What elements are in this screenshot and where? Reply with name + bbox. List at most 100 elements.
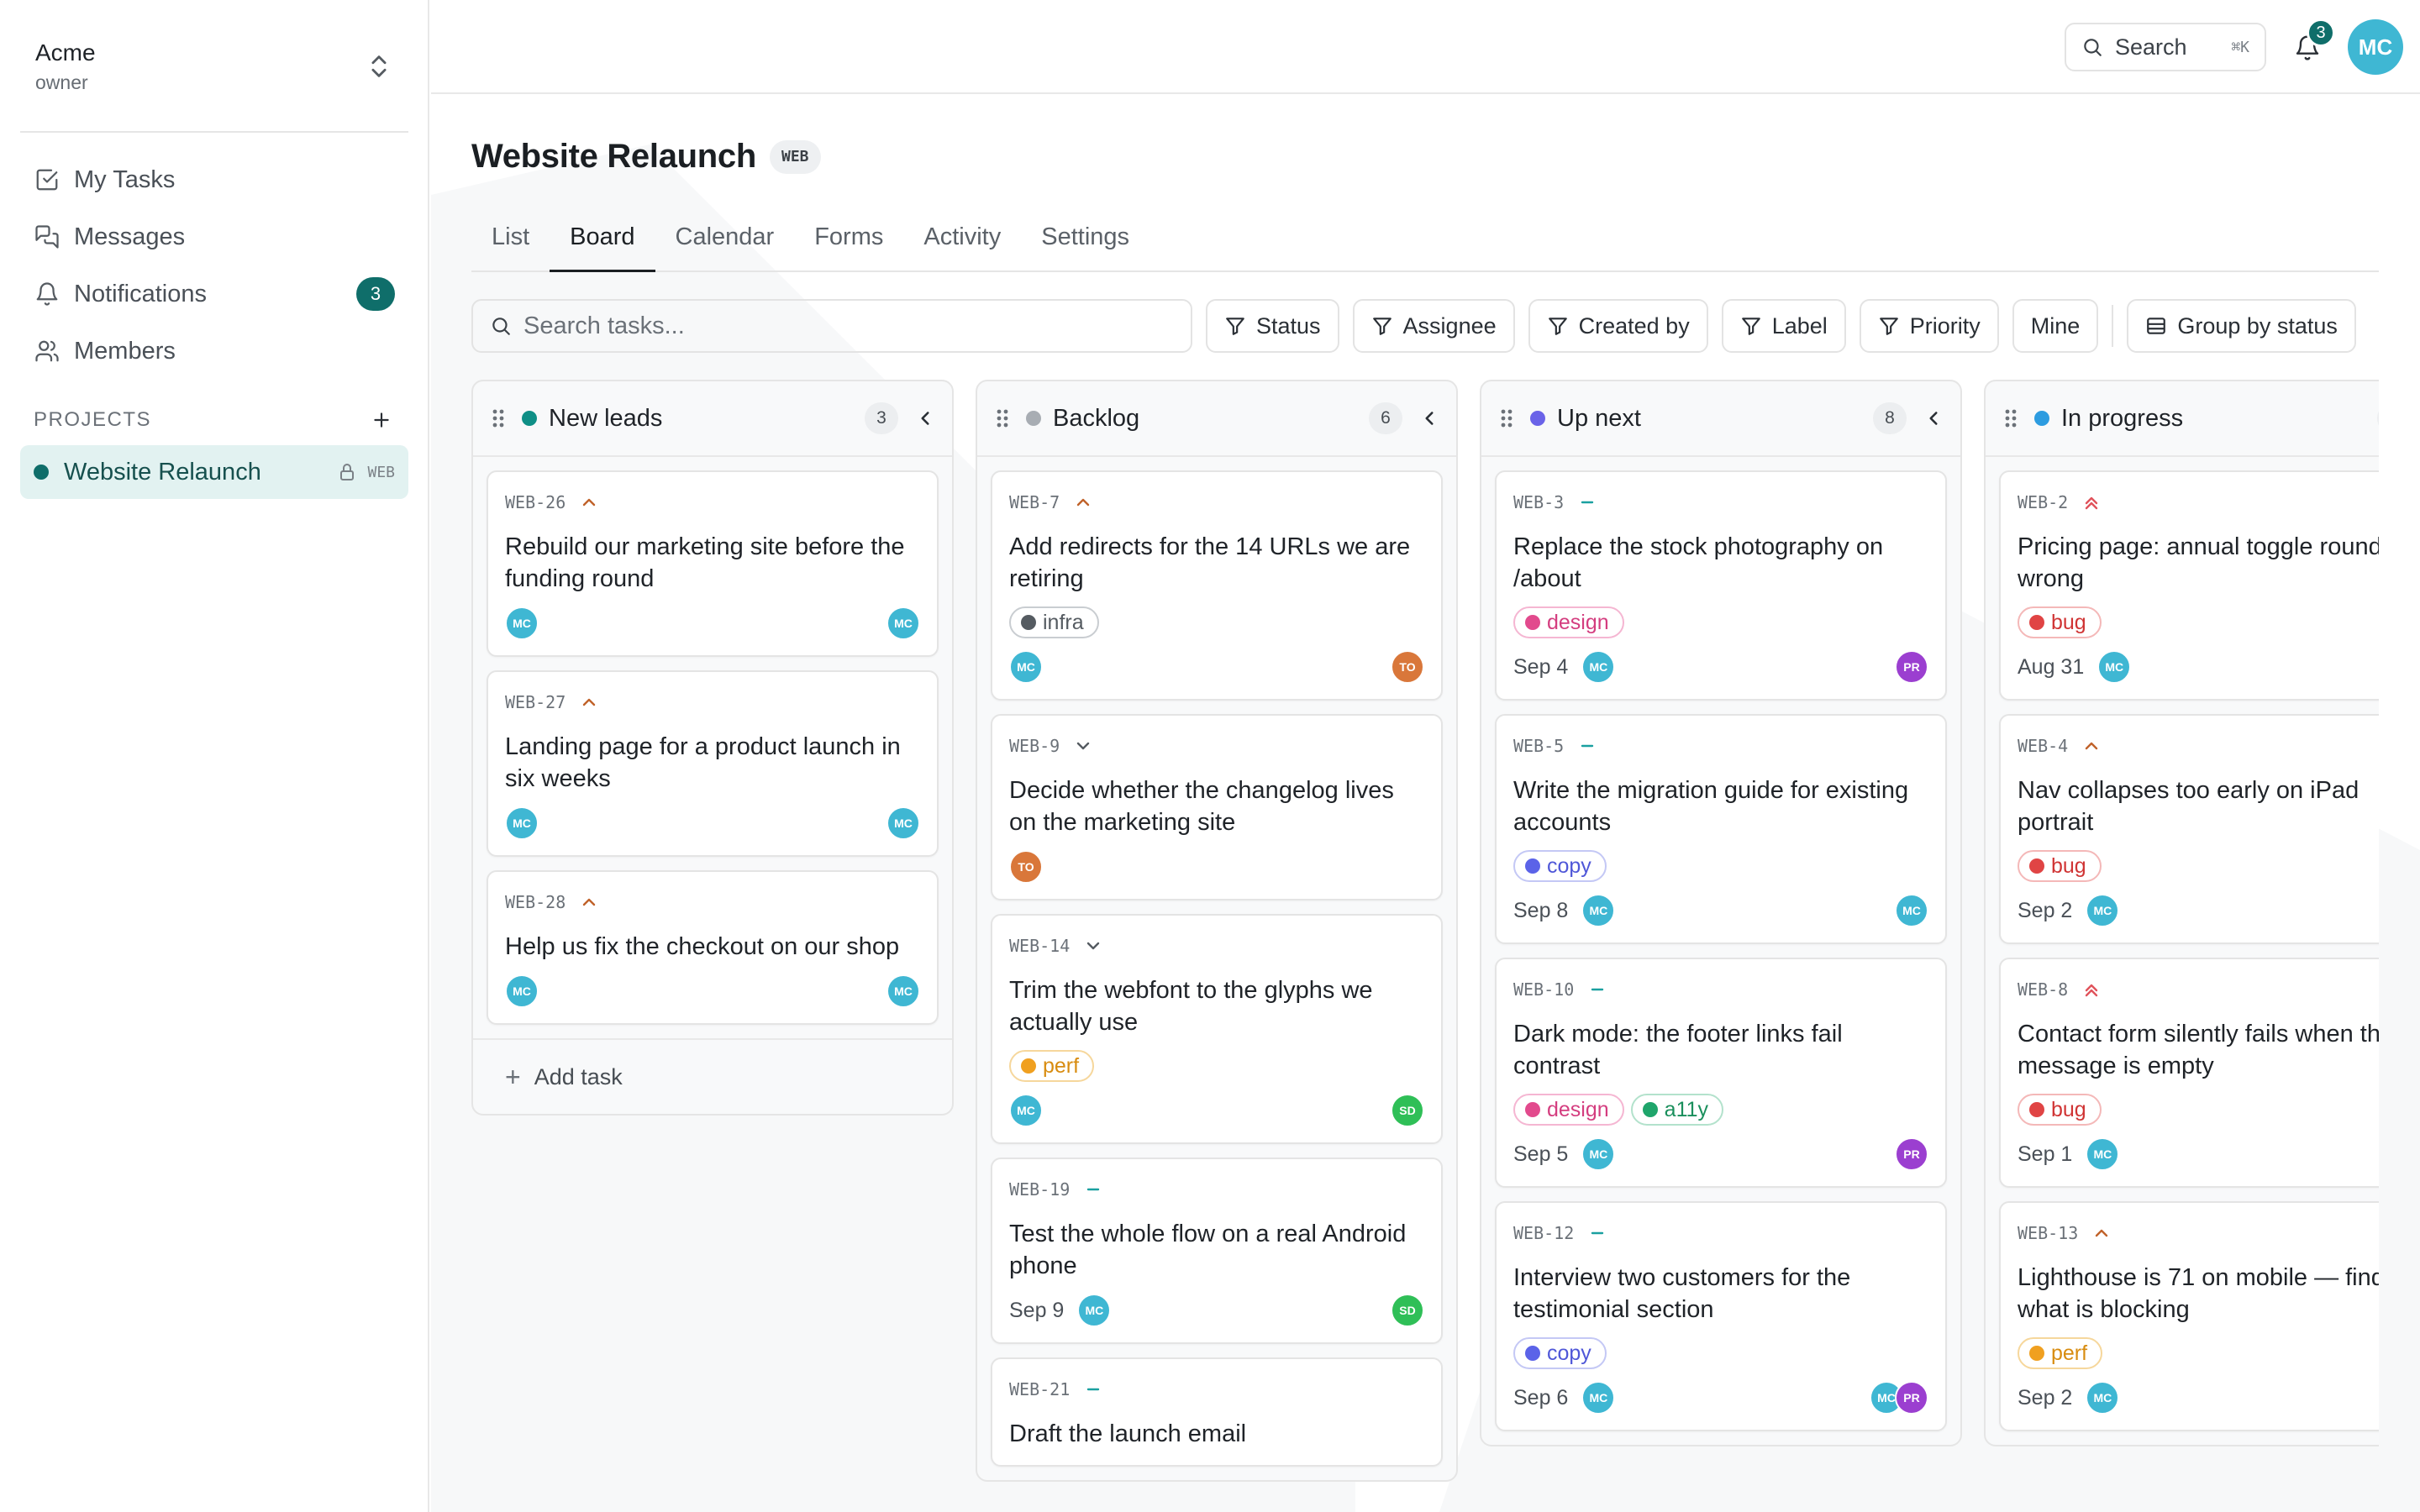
priority-urgent-icon [2081,492,2102,512]
avatar[interactable]: MC [2097,650,2132,684]
task-card[interactable]: WEB-8 Contact form silently fails when th… [1999,958,2379,1188]
tab-calendar[interactable]: Calendar [655,218,795,272]
avatar[interactable]: MC [505,974,539,1008]
filter-label: Status [1256,312,1321,339]
avatar[interactable]: SD [1391,1294,1424,1327]
avatar[interactable]: MC [2086,1381,2120,1415]
global-search-button[interactable]: Search ⌘K [2065,23,2266,71]
task-card[interactable]: WEB-27 Landing page for a product launch … [487,670,939,857]
task-id: WEB-28 [505,892,566,912]
drag-handle-icon[interactable] [992,406,1013,431]
filter-icon [1371,315,1393,337]
task-card[interactable]: WEB-3 Replace the stock photography on /a… [1495,470,1947,701]
avatar[interactable]: MC [886,606,920,640]
avatar[interactable]: MC [1581,650,1616,684]
label-chip: infra [1009,606,1099,638]
task-card[interactable]: WEB-4 Nav collapses too early on iPad por… [1999,714,2379,944]
group-by-button[interactable]: Group by status [2127,299,2356,353]
task-card[interactable]: WEB-10 Dark mode: the footer links fail c… [1495,958,1947,1188]
task-card[interactable]: WEB-13 Lighthouse is 71 on mobile — find … [1999,1201,2379,1431]
tab-activity[interactable]: Activity [903,218,1021,272]
task-card-footer: MC TO [1009,650,1424,684]
avatar[interactable]: MC [1895,894,1928,927]
label-text: design [1547,610,1609,634]
priority-high-icon [1073,492,1093,512]
filter-bar: Status Assignee Created by Label Priorit… [471,299,2379,353]
filter-created-by-button[interactable]: Created by [1528,299,1708,353]
task-card[interactable]: WEB-28 Help us fix the checkout on our sh… [487,870,939,1025]
task-card[interactable]: WEB-7 Add redirects for the 14 URLs we ar… [991,470,1443,701]
filter-icon [1878,315,1900,337]
task-search-input[interactable] [523,312,1162,340]
filter-assignee-button[interactable]: Assignee [1352,299,1515,353]
chevron-left-icon[interactable] [1418,407,1441,430]
task-card[interactable]: WEB-19 Test the whole flow on a real Andr… [991,1158,1443,1344]
task-card[interactable]: WEB-12 Interview two customers for the te… [1495,1201,1947,1431]
task-card[interactable]: WEB-2 Pricing page: annual toggle rounds … [1999,470,2379,701]
avatar[interactable]: MC [1009,650,1043,684]
sidebar-project-website-relaunch[interactable]: Website Relaunch WEB [20,445,408,499]
projects-header: PROJECTS [34,407,395,433]
filter-label-button[interactable]: Label [1721,299,1846,353]
avatar[interactable]: MC [2086,1137,2120,1171]
drag-handle-icon[interactable] [1497,406,1517,431]
sidebar-item-notifications[interactable]: Notifications 3 [20,265,408,323]
avatar[interactable]: PR [1895,1381,1928,1415]
tab-list[interactable]: List [471,218,550,272]
user-avatar[interactable]: MC [2348,19,2403,75]
avatar[interactable]: SD [1391,1094,1424,1127]
add-task-button[interactable]: + Add task [473,1038,952,1114]
view-tabs: List Board Calendar Forms Activity Setti… [471,218,2379,272]
task-card-footer: Sep 4 MC PR [1513,650,1928,684]
task-card[interactable]: WEB-5 Write the migration guide for exist… [1495,714,1947,944]
label-text: copy [1547,853,1591,878]
sidebar-item-messages[interactable]: Messages [20,208,408,265]
task-card[interactable]: WEB-21 Draft the launch email [991,1357,1443,1467]
drag-handle-icon[interactable] [488,406,508,431]
avatar[interactable]: PR [1895,1137,1928,1171]
filter-priority-button[interactable]: Priority [1859,299,1999,353]
avatar[interactable]: TO [1009,850,1043,884]
task-id: WEB-7 [1009,492,1060,512]
avatar[interactable]: MC [886,806,920,840]
label-chip: bug [2018,606,2102,638]
column-header: Up next 8 [1481,381,1960,457]
label-chip: design [1513,1094,1624,1126]
page-title: Website Relaunch [471,138,756,175]
drag-handle-icon[interactable] [2001,406,2021,431]
task-card[interactable]: WEB-14 Trim the webfont to the glyphs we … [991,914,1443,1144]
task-title: Landing page for a product launch in six… [505,733,901,792]
label-chip: copy [1513,1337,1607,1369]
column-title: In progress [2061,404,2184,432]
task-card[interactable]: WEB-9 Decide whether the changelog lives … [991,714,1443,900]
avatar[interactable]: PR [1895,650,1928,684]
avatar[interactable]: TO [1391,650,1424,684]
sidebar-item-members[interactable]: Members [20,323,408,380]
tab-forms[interactable]: Forms [794,218,903,272]
lock-icon [340,464,355,480]
avatar[interactable]: MC [505,606,539,640]
workspace-switcher[interactable]: Acme owner [20,20,410,113]
filter-mine-button[interactable]: Mine [2012,299,2099,353]
filter-status-button[interactable]: Status [1206,299,1339,353]
column-title: New leads [549,404,663,432]
avatar[interactable]: MC [1581,894,1616,927]
avatar[interactable]: MC [1077,1294,1112,1327]
task-card[interactable]: WEB-26 Rebuild our marketing site before … [487,470,939,657]
task-title: Add redirects for the 14 URLs we are ret… [1009,533,1411,592]
chevron-left-icon[interactable] [1922,407,1945,430]
chevron-left-icon[interactable] [913,407,937,430]
tab-board[interactable]: Board [550,218,655,272]
tab-settings[interactable]: Settings [1021,218,1150,272]
avatar[interactable]: MC [1009,1094,1043,1127]
task-id: WEB-10 [1513,979,1575,1000]
app-root: Acme owner My Tasks Messages Notificatio… [0,0,2420,1512]
avatar[interactable]: MC [886,974,920,1008]
avatar[interactable]: MC [2086,894,2120,927]
avatar[interactable]: MC [1581,1381,1616,1415]
avatar[interactable]: MC [1581,1137,1616,1171]
add-project-button[interactable] [368,407,395,433]
avatar[interactable]: MC [505,806,539,840]
topbar: Search ⌘K 3 MC [431,0,2420,94]
sidebar-item-my-tasks[interactable]: My Tasks [20,151,408,208]
